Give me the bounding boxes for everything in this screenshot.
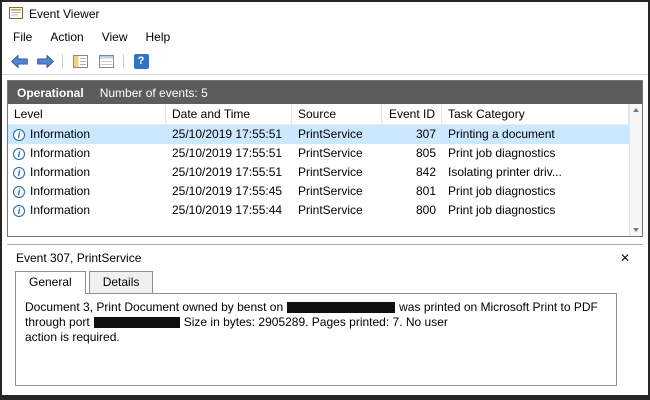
column-header-event-id[interactable]: Event ID (382, 104, 442, 124)
level-cell: i Information (8, 144, 166, 163)
source-cell: PrintService (292, 182, 382, 201)
preview-header: Event 307, PrintService ✕ (7, 245, 643, 271)
level-cell: i Information (8, 125, 166, 144)
level-text: Information (30, 182, 90, 201)
menu-action[interactable]: Action (41, 27, 92, 47)
event-viewer-icon (9, 6, 23, 23)
channel-name: Operational (17, 86, 84, 100)
forward-icon[interactable] (34, 51, 56, 72)
help-icon[interactable]: ? (130, 51, 152, 72)
event-id-cell: 842 (382, 163, 442, 182)
description-text: action is required. (25, 330, 120, 344)
close-icon[interactable]: ✕ (620, 251, 630, 265)
redaction-box (94, 317, 180, 328)
date-time-cell: 25/10/2019 17:55:45 (166, 182, 292, 201)
task-category-cell: Print job diagnostics (442, 182, 629, 201)
information-icon: i (13, 167, 25, 179)
description-text: Document 3, Print Document owned by bens… (25, 300, 283, 314)
scroll-up-icon[interactable] (633, 108, 639, 112)
events-panel: Operational Number of events: 5 Level Da… (7, 80, 643, 237)
event-viewer-window: Event Viewer File Action View Help ? (0, 0, 650, 400)
menu-help[interactable]: Help (137, 27, 180, 47)
toolbar-separator (123, 54, 124, 69)
information-icon: i (13, 148, 25, 160)
level-text: Information (30, 125, 90, 144)
level-text: Information (30, 144, 90, 163)
column-header-task-category[interactable]: Task Category (442, 104, 629, 124)
table-header-row: Level Date and Time Source Event ID Task… (8, 104, 629, 125)
title-bar: Event Viewer (2, 2, 648, 26)
column-header-level[interactable]: Level (8, 104, 166, 124)
event-row[interactable]: i Information 25/10/2019 17:55:44 PrintS… (8, 201, 629, 220)
description-text: was printed on Microsoft Print to PDF (399, 300, 598, 314)
source-cell: PrintService (292, 201, 382, 220)
redaction-box (287, 302, 395, 313)
task-category-cell: Print job diagnostics (442, 201, 629, 220)
description-text: through port (25, 315, 90, 329)
task-category-cell: Print job diagnostics (442, 144, 629, 163)
level-cell: i Information (8, 163, 166, 182)
source-cell: PrintService (292, 144, 382, 163)
event-description: Document 3, Print Document owned by bens… (15, 293, 617, 386)
toolbar-separator (62, 54, 63, 69)
level-cell: i Information (8, 182, 166, 201)
task-category-cell: Isolating printer driv... (442, 163, 629, 182)
event-row[interactable]: i Information 25/10/2019 17:55:51 PrintS… (8, 163, 629, 182)
date-time-cell: 25/10/2019 17:55:51 (166, 163, 292, 182)
column-header-source[interactable]: Source (292, 104, 382, 124)
menu-bar: File Action View Help (2, 26, 648, 48)
level-text: Information (30, 201, 90, 220)
description-text: Size in bytes: 2905289. Pages printed: 7… (184, 315, 448, 329)
scroll-down-icon[interactable] (633, 228, 639, 232)
help-glyph: ? (134, 54, 149, 69)
date-time-cell: 25/10/2019 17:55:51 (166, 144, 292, 163)
event-count: Number of events: 5 (100, 86, 208, 100)
show-hide-console-tree-icon[interactable] (69, 51, 91, 72)
source-cell: PrintService (292, 163, 382, 182)
date-time-cell: 25/10/2019 17:55:51 (166, 125, 292, 144)
toolbar: ? (2, 48, 648, 75)
tab-details[interactable]: Details (89, 271, 154, 293)
event-id-cell: 805 (382, 144, 442, 163)
source-cell: PrintService (292, 125, 382, 144)
console-content: Operational Number of events: 5 Level Da… (2, 75, 648, 395)
back-icon[interactable] (8, 51, 30, 72)
information-icon: i (13, 205, 25, 217)
event-id-cell: 307 (382, 125, 442, 144)
level-cell: i Information (8, 201, 166, 220)
export-list-icon[interactable] (95, 51, 117, 72)
column-header-date-time[interactable]: Date and Time (166, 104, 292, 124)
task-category-cell: Printing a document (442, 125, 629, 144)
date-time-cell: 25/10/2019 17:55:44 (166, 201, 292, 220)
menu-view[interactable]: View (93, 27, 137, 47)
preview-title: Event 307, PrintService (16, 251, 141, 265)
preview-pane: Event 307, PrintService ✕ General Detail… (7, 244, 643, 395)
vertical-scrollbar[interactable] (629, 104, 642, 236)
event-row[interactable]: i Information 25/10/2019 17:55:51 PrintS… (8, 125, 629, 144)
preview-tabs: General Details (15, 271, 643, 293)
event-row[interactable]: i Information 25/10/2019 17:55:51 PrintS… (8, 144, 629, 163)
tab-general[interactable]: General (15, 271, 86, 294)
menu-file[interactable]: File (4, 27, 41, 47)
event-id-cell: 800 (382, 201, 442, 220)
event-id-cell: 801 (382, 182, 442, 201)
event-row[interactable]: i Information 25/10/2019 17:55:45 PrintS… (8, 182, 629, 201)
level-text: Information (30, 163, 90, 182)
list-title-bar: Operational Number of events: 5 (8, 81, 642, 104)
window-title: Event Viewer (29, 7, 99, 21)
information-icon: i (13, 186, 25, 198)
information-icon: i (13, 129, 25, 141)
event-table: Level Date and Time Source Event ID Task… (8, 104, 642, 236)
